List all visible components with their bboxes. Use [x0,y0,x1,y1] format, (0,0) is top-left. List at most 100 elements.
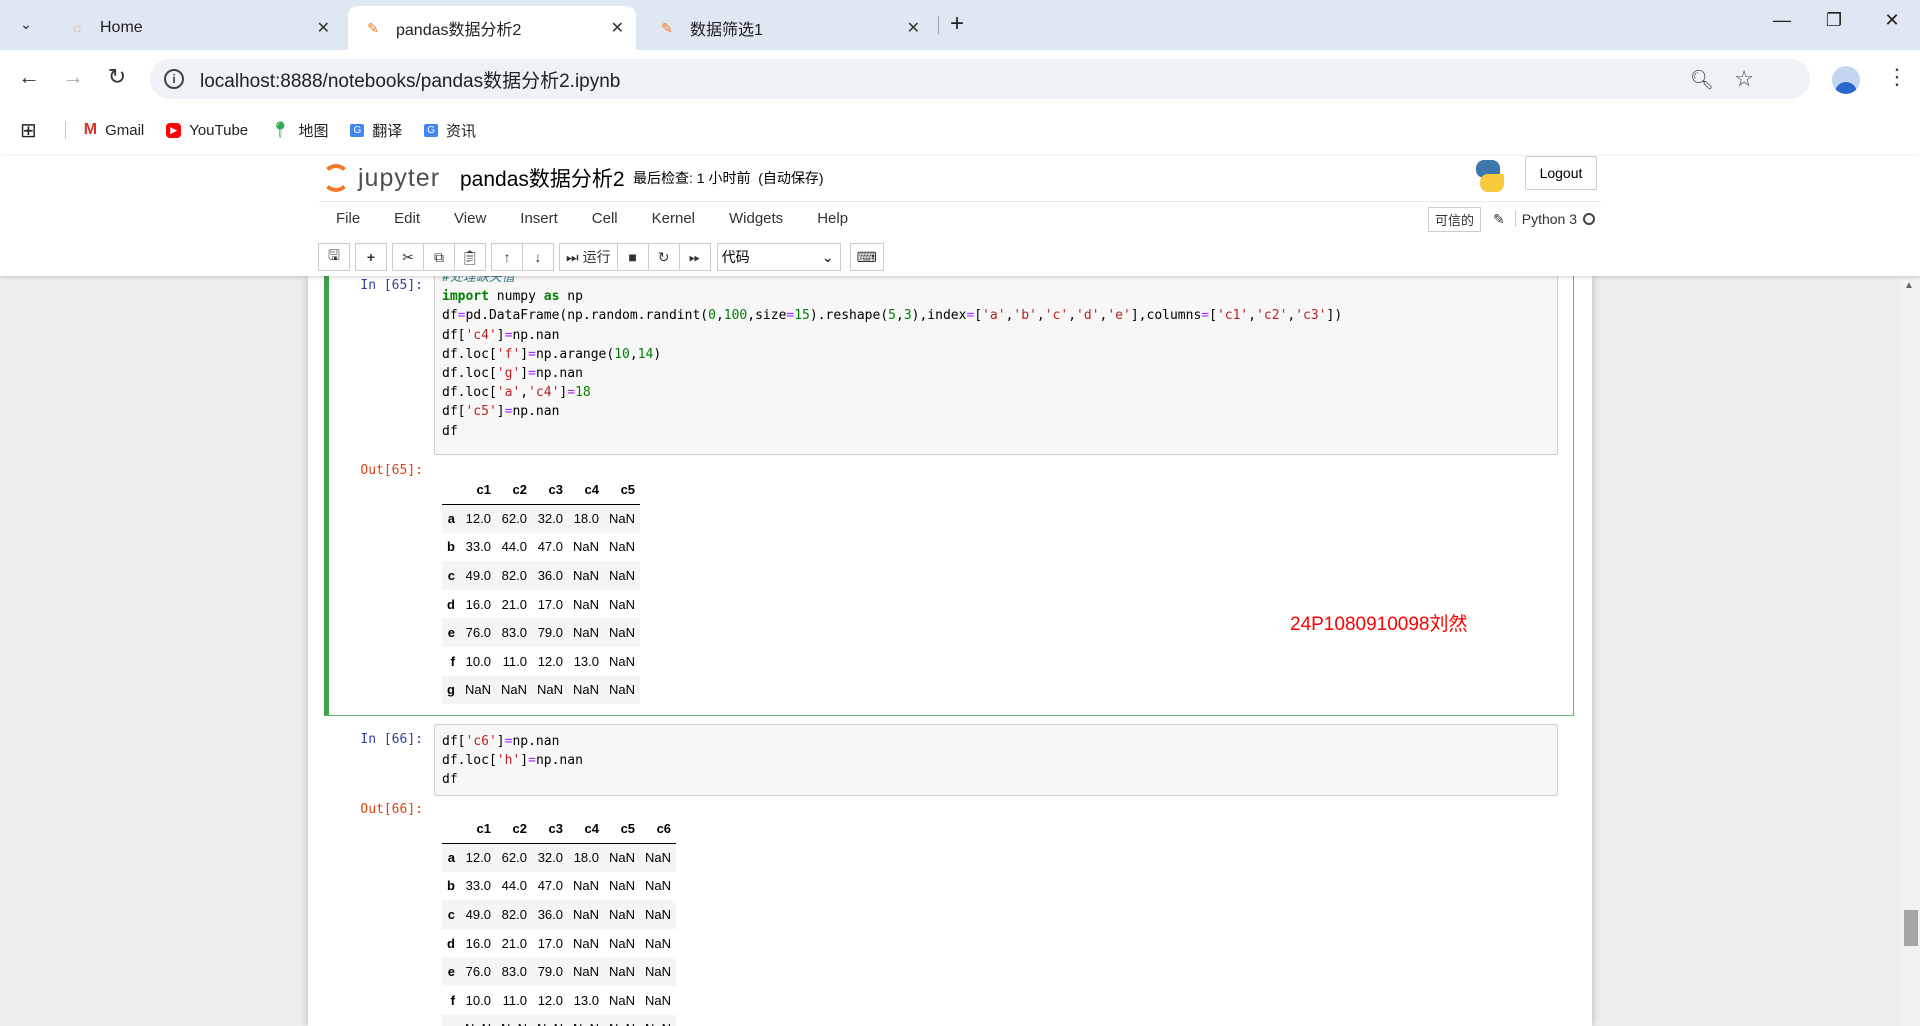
table-cell: NaN [609,878,636,894]
paste-icon[interactable]: 📋︎ [454,243,486,271]
table-cell: 32.0 [537,850,563,866]
back-arrow-icon[interactable]: ← [14,64,44,90]
python-logo-icon [1474,160,1504,194]
close-icon[interactable]: ✕ [317,18,330,38]
save-icon[interactable]: 🖫 [318,243,350,271]
restart-kernel-icon[interactable]: ↻ [647,243,680,271]
table-cell: 18.0 [573,511,600,527]
close-icon[interactable]: ✕ [611,18,624,38]
bookmark-star-icon[interactable]: ☆ [1734,66,1754,92]
browser-menu-icon[interactable]: ⋮ [1886,64,1908,90]
bookmark-maps[interactable]: 📍︎ 地图 [270,120,328,141]
table-cell: NaN [609,567,636,583]
table-cell: NaN [568,1015,604,1026]
row-index: e [447,625,455,641]
youtube-icon: ▶ [166,122,182,138]
run-button[interactable]: ⏭︎ 运行 [559,243,618,271]
move-up-arrow-icon[interactable]: ↑ [491,243,523,271]
bookmark-translate[interactable]: G 翻译 [350,120,402,141]
tab-search-dropdown-icon[interactable]: ⌄ [10,10,42,38]
dataframe-output: c1 c2 c3 c4 c5 c6 a 12.0 62.0 32.0 18.0 NaN NaN b 33.… [442,814,677,1026]
table-cell: NaN [609,850,636,866]
browser-tab-home[interactable]: ◌ Home ✕ [52,6,342,50]
scroll-up-arrow-icon[interactable]: ▲ [1904,280,1914,291]
index-header-cell [442,475,460,505]
table-cell: 44.0 [501,539,527,555]
bookmark-label: 资讯 [446,122,477,140]
menu-widgets[interactable]: Widgets [712,210,800,227]
tab-title: pandas数据分析2 [396,22,522,39]
jupyter-favicon-icon: ◌ [72,20,82,36]
edit-mode-pencil-icon: ✎ [1493,210,1505,227]
insert-cell-plus-icon[interactable]: + [355,243,387,271]
table-cell: 11.0 [502,992,527,1008]
code-cell-65[interactable]: In [65]: #处理缺失值 import numpy as np df=pd… [324,276,1574,716]
menu-view[interactable]: View [437,210,503,227]
scrollbar-thumb[interactable] [1904,910,1918,946]
menu-insert[interactable]: Insert [503,210,575,227]
table-cell: NaN [645,964,672,980]
page-scrollbar[interactable]: ▲ [1898,276,1920,1026]
restart-run-all-icon[interactable]: ⏩︎ [678,243,711,271]
index-header-cell [442,814,460,844]
table-cell: 21.0 [501,596,527,612]
restore-icon[interactable]: ❐ [1814,10,1854,31]
notebook-name[interactable]: pandas数据分析2 [460,156,625,200]
url-text[interactable]: localhost:8888/notebooks/pandas数据分析2.ipy… [200,66,620,93]
move-down-arrow-icon[interactable]: ↓ [522,243,554,271]
notebook-toolbar: 🖫 + ✂ ⧉ 📋︎ ↑ ↓ ⏭︎ 运行 ■ ↻ ⏩︎ 代码 ⌄ ⌨ [318,242,890,272]
trusted-badge[interactable]: 可信的 [1427,206,1481,232]
code-input[interactable]: #处理缺失值 import numpy as np df=pd.DataFram… [434,276,1558,455]
input-prompt: In [65]: [360,278,423,293]
cell-type-select[interactable]: 代码 ⌄ [716,243,841,271]
jupyter-header: jupyter pandas数据分析2 最后检查: 1 小时前 (自动保存) L… [0,156,1920,276]
apps-grid-icon[interactable]: ⊞ [20,118,37,143]
code-line: df['c6']=np.nan [442,734,560,749]
browser-tab-filter[interactable]: ✎ 数据筛选1 ✕ [642,6,932,50]
table-cell: 36.0 [537,906,563,922]
command-palette-keyboard-icon[interactable]: ⌨ [849,243,884,271]
profile-avatar-icon[interactable] [1832,66,1860,94]
minimize-icon[interactable]: — [1762,10,1802,31]
menu-kernel[interactable]: Kernel [635,210,712,227]
reload-icon[interactable]: ↻ [102,64,132,90]
checkpoint-label: 最后检查: 1 小时前 [633,170,751,186]
menu-help[interactable]: Help [800,210,865,227]
interrupt-stop-icon[interactable]: ■ [616,243,649,271]
kernel-idle-indicator-icon [1583,213,1595,225]
bookmark-label: Gmail [105,121,145,139]
table-row: gNaNNaNNaNNaNNaNNaN [442,1014,677,1026]
table-cell: 79.0 [537,625,563,641]
table-row: d 16.0 21.0 17.0 NaN NaN NaN [442,929,676,958]
row-index: b [447,878,455,894]
table-cell: 17.0 [537,596,563,612]
jupyter-logo[interactable]: jupyter [322,156,440,200]
bookmark-gmail[interactable]: M Gmail [84,121,145,139]
column-header: c1 [459,475,496,505]
tab-title: 数据筛选1 [690,22,763,39]
news-icon: G [424,123,439,137]
logout-button[interactable]: Logout [1525,156,1597,190]
menu-file[interactable]: File [319,210,377,227]
kernel-indicator-area: 可信的 ✎ Python 3 [1427,202,1601,236]
address-bar[interactable]: i localhost:8888/notebooks/pandas数据分析2.i… [150,59,1810,99]
bookmark-youtube[interactable]: ▶ YouTube [166,122,248,139]
row-index: f [450,653,455,669]
output-prompt: Out[65]: [360,463,423,478]
table-cell: NaN [532,1015,568,1026]
menu-cell[interactable]: Cell [575,210,635,227]
forward-arrow-icon[interactable]: → [58,64,88,90]
browser-tab-pandas[interactable]: ✎ pandas数据分析2 ✕ [348,6,636,50]
bookmark-news[interactable]: G 资讯 [424,120,476,141]
cut-icon[interactable]: ✂ [392,243,424,271]
site-info-icon[interactable]: i [164,69,184,89]
menu-edit[interactable]: Edit [377,210,437,227]
copy-icon[interactable]: ⧉ [423,243,455,271]
code-cell-66[interactable]: In [66]: df['c6']=np.nan df.loc['h']=np.… [324,724,1574,1026]
new-tab-plus-icon[interactable]: + [950,10,964,38]
zoom-icon[interactable]: 🔍︎ [1690,68,1714,92]
table-row: f 10.0 11.0 12.0 13.0 NaN NaN [442,986,676,1015]
window-close-icon[interactable]: ✕ [1872,10,1912,31]
close-icon[interactable]: ✕ [907,18,920,38]
code-input[interactable]: df['c6']=np.nan df.loc['h']=np.nan df [434,724,1558,796]
